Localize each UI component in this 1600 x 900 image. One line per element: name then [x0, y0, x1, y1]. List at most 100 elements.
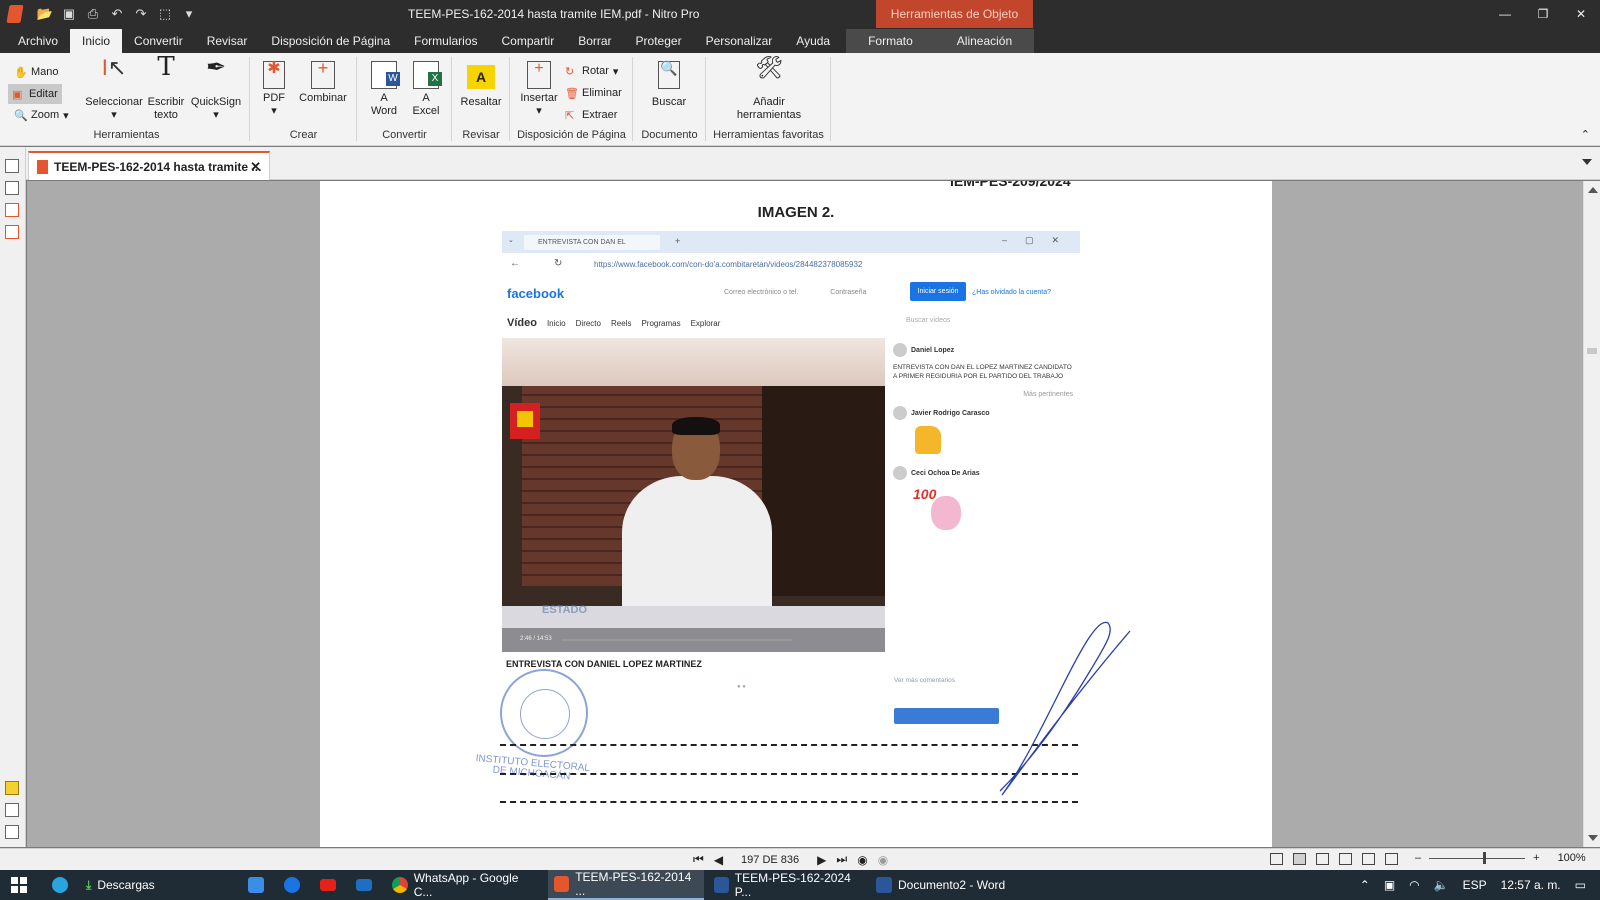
close-button[interactable]: ✕ — [1562, 0, 1600, 28]
bookmarks-panel-icon[interactable] — [5, 203, 19, 217]
editar-button[interactable]: ▣ Editar — [8, 84, 62, 104]
last-page-icon[interactable]: ⏭ — [836, 852, 847, 867]
tab-ayuda[interactable]: Ayuda — [784, 29, 842, 53]
tab-formato[interactable]: Formato — [846, 29, 935, 53]
taskbar-mail[interactable] — [350, 870, 378, 900]
window-controls: — ❐ ✕ — [1486, 0, 1600, 28]
fit-page-icon[interactable] — [1362, 853, 1375, 865]
resaltar-button[interactable]: A Resaltar — [457, 61, 505, 109]
zoom-out-icon[interactable]: – — [1415, 852, 1421, 864]
select-icon[interactable]: ⬚ — [156, 6, 174, 22]
collapse-ribbon-icon[interactable]: ⌃ — [1581, 128, 1590, 141]
restore-button[interactable]: ❐ — [1524, 0, 1562, 28]
vertical-scrollbar[interactable] — [1583, 181, 1600, 847]
comments-panel-icon[interactable] — [5, 781, 19, 795]
tab-borrar[interactable]: Borrar — [566, 29, 623, 53]
minimize-button[interactable]: — — [1486, 0, 1524, 28]
clock[interactable]: 12:57 a. m. — [1501, 878, 1561, 892]
fit-width-icon[interactable] — [1385, 853, 1398, 865]
tab-revisar[interactable]: Revisar — [195, 29, 260, 53]
pdf-button[interactable]: ✱ PDF ▾ — [257, 61, 291, 118]
taskbar-word-1[interactable]: TEEM-PES-162-2024 P... — [708, 870, 866, 900]
next-page-icon[interactable]: ▶ — [817, 853, 826, 867]
page-indicator[interactable]: 197 DE 836 — [741, 854, 799, 866]
windows-start-icon[interactable] — [11, 877, 27, 893]
customize-qat-icon[interactable]: ▾ — [180, 6, 198, 22]
save-icon[interactable]: ▣ — [60, 6, 78, 22]
security-panel-icon[interactable] — [5, 225, 19, 239]
zoom-in-icon[interactable]: + — [1533, 852, 1539, 864]
notifications-icon[interactable]: ▭ — [1575, 878, 1586, 892]
insertar-button[interactable]: + Insertar ▾ — [517, 61, 561, 118]
zoom-level[interactable]: 100% — [1558, 852, 1586, 864]
close-tab-icon[interactable]: ✕ — [250, 159, 261, 175]
scroll-thumb[interactable] — [1587, 348, 1597, 354]
taskbar-store[interactable] — [242, 870, 270, 900]
hand-icon: ✋ — [14, 66, 28, 79]
document-tab[interactable]: TEEM-PES-162-2014 hasta tramite ... ✕ — [28, 151, 270, 180]
print-icon[interactable]: ⎙ — [84, 6, 102, 22]
pages-panel-icon[interactable] — [5, 159, 19, 173]
taskbar-youtube[interactable] — [314, 870, 342, 900]
document-view[interactable]: IEM-PES-209/2024 IMAGEN 2. ⌄ ENTREVISTA … — [27, 181, 1583, 847]
rotar-button[interactable]: ↻ Rotar ▾ — [561, 61, 622, 81]
facing-view-icon[interactable] — [1316, 853, 1329, 865]
zoom-slider[interactable] — [1429, 851, 1526, 864]
zoom-button[interactable]: 🔍 Zoom ▾ — [10, 105, 73, 125]
buscar-button[interactable]: 🔍 Buscar — [646, 61, 692, 109]
tab-personalizar[interactable]: Personalizar — [694, 29, 785, 53]
tab-list-chevron-icon[interactable] — [1582, 159, 1592, 165]
escribir-texto-button[interactable]: T Escribir texto — [146, 54, 186, 122]
output-panel-icon[interactable] — [5, 825, 19, 839]
extraer-button[interactable]: ⇱ Extraer — [561, 105, 621, 125]
tab-formularios[interactable]: Formularios — [402, 29, 489, 53]
attachments-panel-icon[interactable] — [5, 803, 19, 817]
tray-overflow-icon[interactable]: ⌃ — [1360, 878, 1370, 892]
taskbar-whatsapp[interactable]: WhatsApp - Google C... — [386, 870, 544, 900]
edit-icon: ▣ — [12, 88, 23, 101]
mano-button[interactable]: ✋ Mano — [10, 62, 63, 82]
search-panel-icon[interactable] — [5, 181, 19, 195]
watermark-text: ESTADO — [542, 604, 588, 616]
tab-archivo[interactable]: Archivo — [6, 29, 70, 53]
anadir-herramientas-button[interactable]: 🛠 Añadir herramientas — [721, 57, 817, 122]
highlight-icon: A — [467, 65, 495, 89]
wifi-icon[interactable]: ◠ — [1409, 878, 1419, 892]
tab-proteger[interactable]: Proteger — [624, 29, 694, 53]
single-page-view-icon[interactable] — [1270, 853, 1283, 865]
volume-icon[interactable]: 🔈 — [1434, 878, 1449, 892]
undo-icon[interactable]: ↶ — [108, 6, 126, 22]
taskbar-descargas[interactable]: ⤓ Descargas — [80, 870, 230, 900]
continuous-facing-view-icon[interactable] — [1339, 853, 1352, 865]
language-indicator[interactable]: ESP — [1463, 878, 1487, 892]
tab-alineacion[interactable]: Alineación — [934, 29, 1035, 53]
previous-view-icon[interactable]: ◉ — [857, 853, 867, 867]
taskbar-facebook[interactable] — [278, 870, 306, 900]
scroll-up-icon[interactable] — [1588, 187, 1598, 193]
quicksign-button[interactable]: ✒ QuickSign ▾ — [188, 56, 244, 122]
next-view-icon[interactable]: ◉ — [878, 853, 888, 867]
browser-window-controls: –▢✕ — [1002, 235, 1078, 245]
previous-page-icon[interactable]: ◀ — [714, 853, 723, 867]
tab-compartir[interactable]: Compartir — [490, 29, 567, 53]
seleccionar-button[interactable]: I↖ Seleccionar ▾ — [84, 57, 144, 122]
a-excel-button[interactable]: X A Excel — [406, 61, 446, 118]
chevron-down-icon: ▾ — [536, 105, 542, 117]
tab-disposicion[interactable]: Disposición de Página — [259, 29, 402, 53]
meet-icon[interactable]: ▣ — [1384, 878, 1395, 892]
continuous-view-icon[interactable] — [1293, 853, 1306, 865]
fb-login-button: Iniciar sesión — [910, 282, 966, 301]
combinar-button[interactable]: + Combinar — [295, 59, 351, 105]
tab-inicio[interactable]: Inicio — [70, 29, 123, 53]
eliminar-button[interactable]: 🗑 Eliminar — [561, 83, 626, 103]
tab-convertir[interactable]: Convertir — [122, 29, 195, 53]
redo-icon[interactable]: ↷ — [132, 6, 150, 22]
scroll-down-icon[interactable] — [1588, 835, 1598, 841]
taskbar-edge[interactable] — [46, 870, 74, 900]
taskbar-nitro-active[interactable]: TEEM-PES-162-2014 ... — [548, 870, 704, 900]
a-word-button[interactable]: W A Word — [364, 61, 404, 118]
first-page-icon[interactable]: ⏮ — [693, 852, 704, 867]
open-icon[interactable]: 📂 — [36, 6, 54, 22]
fb-nav-inicio: Inicio — [546, 319, 566, 328]
taskbar-word-2[interactable]: Documento2 - Word — [870, 870, 1020, 900]
